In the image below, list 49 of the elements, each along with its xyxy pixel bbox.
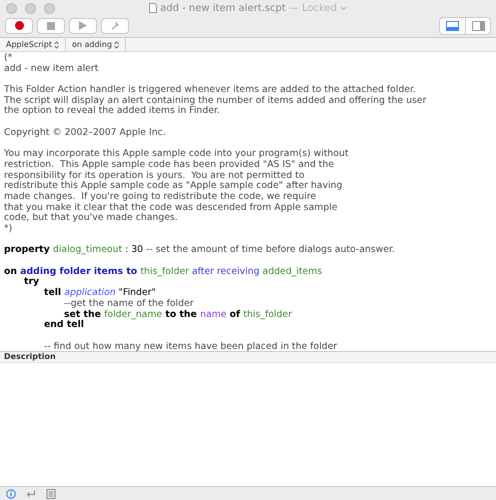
log-button[interactable]	[46, 488, 56, 498]
info-button[interactable]	[6, 488, 16, 498]
code-line: responsibility for its operation is yours. You are not permitted to	[4, 170, 304, 181]
document-icon	[149, 3, 158, 13]
popup-arrows-icon	[114, 40, 119, 48]
window-title: add - new item alert.scpt	[160, 2, 286, 16]
code-line: property dialog_timeout : 30 -- set the amount of time before dialogs auto-answer.	[4, 245, 395, 256]
code-line: *)	[4, 224, 12, 235]
code-line: You may incorporate this Apple sample code into your program(s) without	[4, 149, 348, 160]
record-button[interactable]	[5, 18, 33, 34]
code-line: The script will display an alert containing the number of items added and offering the user	[4, 96, 426, 106]
close-button[interactable]	[6, 3, 17, 14]
handler-popup[interactable]: on adding	[66, 38, 126, 51]
code-line: add - new item alert	[4, 64, 98, 74]
bottom-panel-icon	[446, 20, 459, 30]
play-icon	[79, 21, 87, 30]
pane-title: Description	[4, 351, 56, 363]
code-line: that you make it clear that the code was descended from Apple sample	[4, 202, 338, 213]
code-line: --get the name of the folder	[64, 298, 194, 310]
code-line: try	[24, 277, 40, 288]
code-line: Copyright © 2002–2007 Apple Inc.	[4, 128, 166, 138]
code-line: -- find out how many new items have been placed in the folder	[44, 342, 338, 351]
hammer-icon	[110, 21, 120, 30]
compile-button[interactable]	[101, 18, 129, 34]
code-line: on adding folder items to this_folder after receiving added_items	[4, 266, 322, 278]
popup-arrows-icon	[54, 40, 59, 48]
record-icon	[14, 21, 24, 30]
chevron-icon[interactable]	[340, 6, 347, 10]
code-line: tell application "Finder"	[44, 288, 156, 299]
stop-icon	[47, 22, 55, 30]
run-button[interactable]	[69, 18, 97, 34]
list-icon	[46, 488, 56, 498]
code-line: restriction. This Apple sample code has been provided "AS IS" and the	[4, 160, 334, 171]
code-line: the option to reveal the added items in Finder.	[4, 106, 220, 118]
code-line: code, but that you've made changes.	[4, 213, 178, 224]
minimize-button[interactable]	[25, 3, 36, 14]
zoom-button[interactable]	[44, 3, 55, 14]
code-line: end tell	[44, 320, 84, 331]
side-panel-icon	[472, 20, 484, 30]
stop-button[interactable]	[37, 18, 65, 34]
return-arrow-icon	[26, 488, 36, 498]
code-line: (*	[4, 53, 12, 64]
code-line: redistribute this Apple sample code as "Apple sample code" after having	[4, 181, 342, 192]
language-popup[interactable]: AppleScript	[0, 38, 66, 51]
info-icon	[6, 488, 16, 498]
result-button[interactable]	[26, 488, 36, 498]
code-line: This Folder Action handler is triggered whenever items are added to the attached folder.	[4, 85, 416, 96]
code-line: made changes. If you're going to redistribute the code, we require	[4, 192, 316, 203]
code-line: set the folder_name to the name of this_folder	[64, 310, 292, 320]
